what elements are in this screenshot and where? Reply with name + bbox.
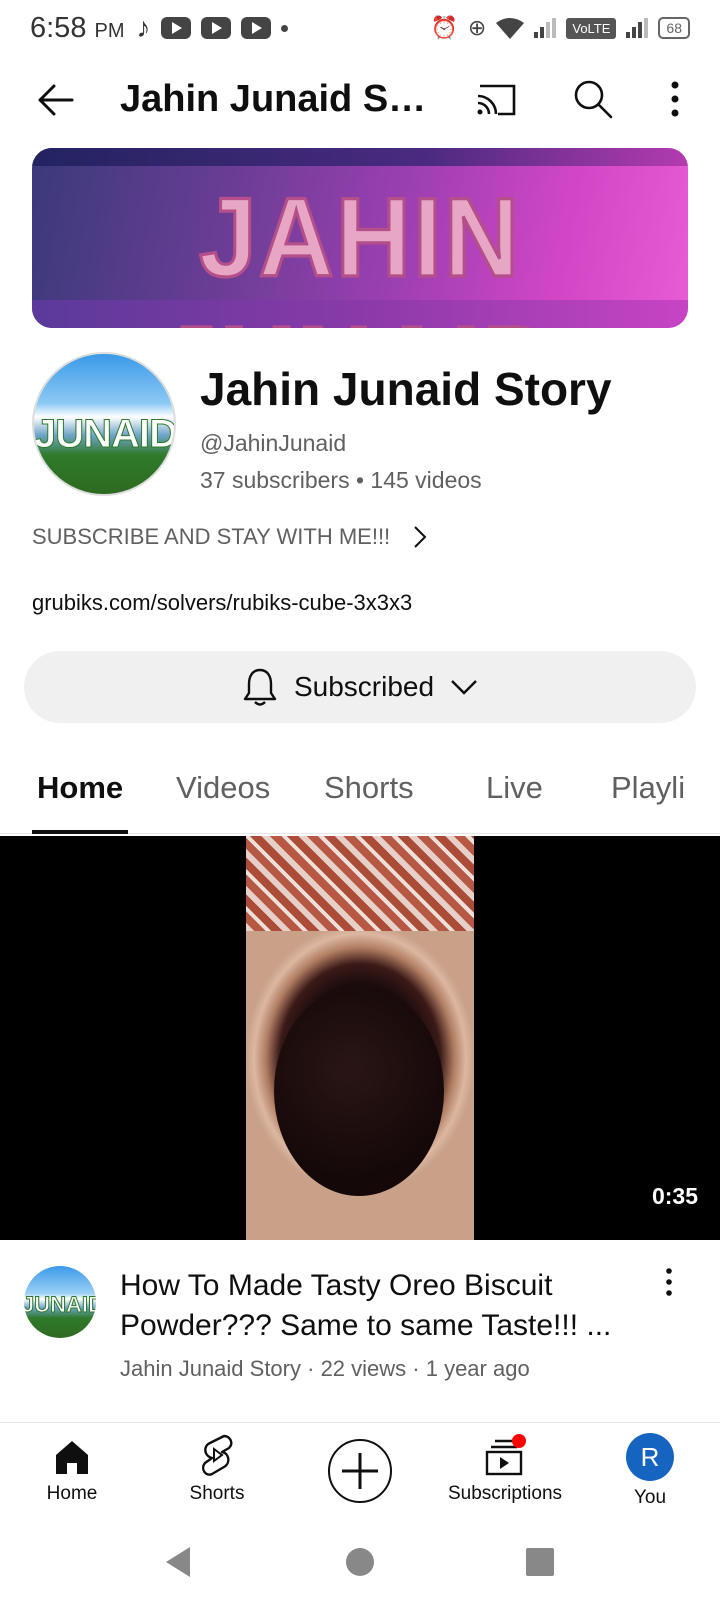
- more-notifications-dot: [280, 24, 288, 32]
- search-icon[interactable]: [572, 78, 614, 120]
- chevron-right-icon: [414, 526, 427, 548]
- video-metadata: Jahin Junaid Story · 22 views · 1 year a…: [120, 1356, 530, 1381]
- status-time: 6:58 PM: [30, 11, 125, 44]
- active-tab-indicator: [32, 830, 128, 834]
- bottom-navigation: Home Shorts Subscriptions R You: [0, 1422, 720, 1528]
- more-options-icon[interactable]: [660, 78, 690, 120]
- nav-subscriptions[interactable]: Subscriptions: [440, 1423, 570, 1529]
- nav-you[interactable]: R You: [610, 1423, 690, 1529]
- channel-avatar[interactable]: JUNAID: [32, 352, 176, 496]
- chevron-down-icon: [451, 680, 477, 695]
- channel-handle: @JahinJunaid: [200, 430, 347, 456]
- channel-description[interactable]: SUBSCRIBE AND STAY WITH ME!!!: [32, 524, 430, 550]
- status-right: ⏰ ⊕ VoLTE 68: [431, 15, 690, 41]
- wifi-icon: [496, 18, 525, 39]
- system-recents-icon[interactable]: [524, 1546, 556, 1578]
- subscribed-button[interactable]: Subscribed: [24, 651, 696, 723]
- data-saver-icon: ⊕: [467, 15, 487, 40]
- avatar-logo-text: JUNAID: [34, 412, 176, 457]
- notification-dot: [512, 1434, 526, 1448]
- nav-you-label: You: [633, 1487, 667, 1508]
- channel-name: Jahin Junaid Story: [200, 363, 612, 415]
- create-button[interactable]: [328, 1439, 392, 1503]
- bell-icon: [243, 668, 277, 706]
- battery-icon: 68: [658, 17, 690, 39]
- video-age: 1 year ago: [425, 1356, 530, 1381]
- subscriber-count: 37 subscribers: [200, 467, 350, 493]
- cast-icon[interactable]: [474, 82, 518, 118]
- app-bar-title: Jahin Junaid St...: [120, 78, 430, 120]
- video-title[interactable]: How To Made Tasty Oreo Biscuit Powder???…: [120, 1266, 640, 1346]
- tab-home[interactable]: Home: [37, 770, 123, 806]
- signal-icon: [534, 18, 557, 38]
- signal-icon: [626, 18, 649, 38]
- nav-shorts[interactable]: Shorts: [172, 1423, 262, 1529]
- youtube-notification-icon: [200, 17, 231, 39]
- nav-home[interactable]: Home: [30, 1423, 114, 1529]
- app-bar: Jahin Junaid St...: [0, 64, 720, 136]
- video-more-options-icon[interactable]: [660, 1266, 678, 1298]
- volte-badge: VoLTE: [566, 17, 617, 39]
- channel-link[interactable]: grubiks.com/solvers/rubiks-cube-3x3x3: [32, 590, 412, 616]
- nav-shorts-label: Shorts: [189, 1483, 245, 1504]
- home-icon: [56, 1441, 88, 1474]
- nav-home-label: Home: [46, 1483, 98, 1504]
- status-bar: 6:58 PM ♪ ⏰ ⊕ VoLTE 68: [0, 0, 720, 56]
- tiktok-icon: ♪: [136, 12, 151, 43]
- video-views: 22 views: [320, 1356, 407, 1381]
- channel-tabs: Home Videos Shorts Live Playli: [0, 748, 720, 834]
- system-navigation-bar: [0, 1528, 720, 1612]
- youtube-notification-icon: [240, 17, 271, 39]
- separator-dot: •: [355, 467, 371, 493]
- channel-stats: 37 subscribers • 145 videos: [200, 467, 482, 494]
- video-thumbnail[interactable]: 0:35: [0, 836, 720, 1240]
- subscriptions-icon: [485, 1434, 526, 1476]
- nav-subscriptions-label: Subscriptions: [447, 1483, 563, 1504]
- subscribed-label: Subscribed: [293, 671, 435, 702]
- channel-banner: JAHIN JUNAID: [32, 148, 688, 328]
- tab-playlists[interactable]: Playli: [611, 770, 685, 806]
- back-arrow-icon[interactable]: [36, 80, 76, 120]
- video-frame: [246, 836, 474, 1240]
- create-icon: [342, 1453, 378, 1489]
- video-channel-name: Jahin Junaid Story: [120, 1356, 301, 1381]
- tab-shorts[interactable]: Shorts: [324, 770, 414, 806]
- system-back-icon[interactable]: [160, 1544, 196, 1580]
- banner-text: JAHIN JUNAID: [159, 174, 559, 328]
- alarm-icon: ⏰: [430, 15, 458, 40]
- video-duration: 0:35: [651, 1183, 698, 1209]
- video-count: 145 videos: [370, 467, 482, 493]
- youtube-notification-icon: [160, 17, 191, 39]
- avatar-logo-text: JUNAID: [24, 1292, 96, 1318]
- system-home-icon[interactable]: [344, 1546, 376, 1578]
- user-avatar: R: [626, 1433, 674, 1481]
- description-text: SUBSCRIBE AND STAY WITH ME!!!: [32, 524, 391, 549]
- tab-videos[interactable]: Videos: [176, 770, 270, 806]
- notification-icons: ♪: [137, 12, 288, 44]
- video-channel-avatar[interactable]: JUNAID: [24, 1266, 96, 1338]
- shorts-icon: [201, 1434, 233, 1476]
- tab-live[interactable]: Live: [486, 770, 543, 806]
